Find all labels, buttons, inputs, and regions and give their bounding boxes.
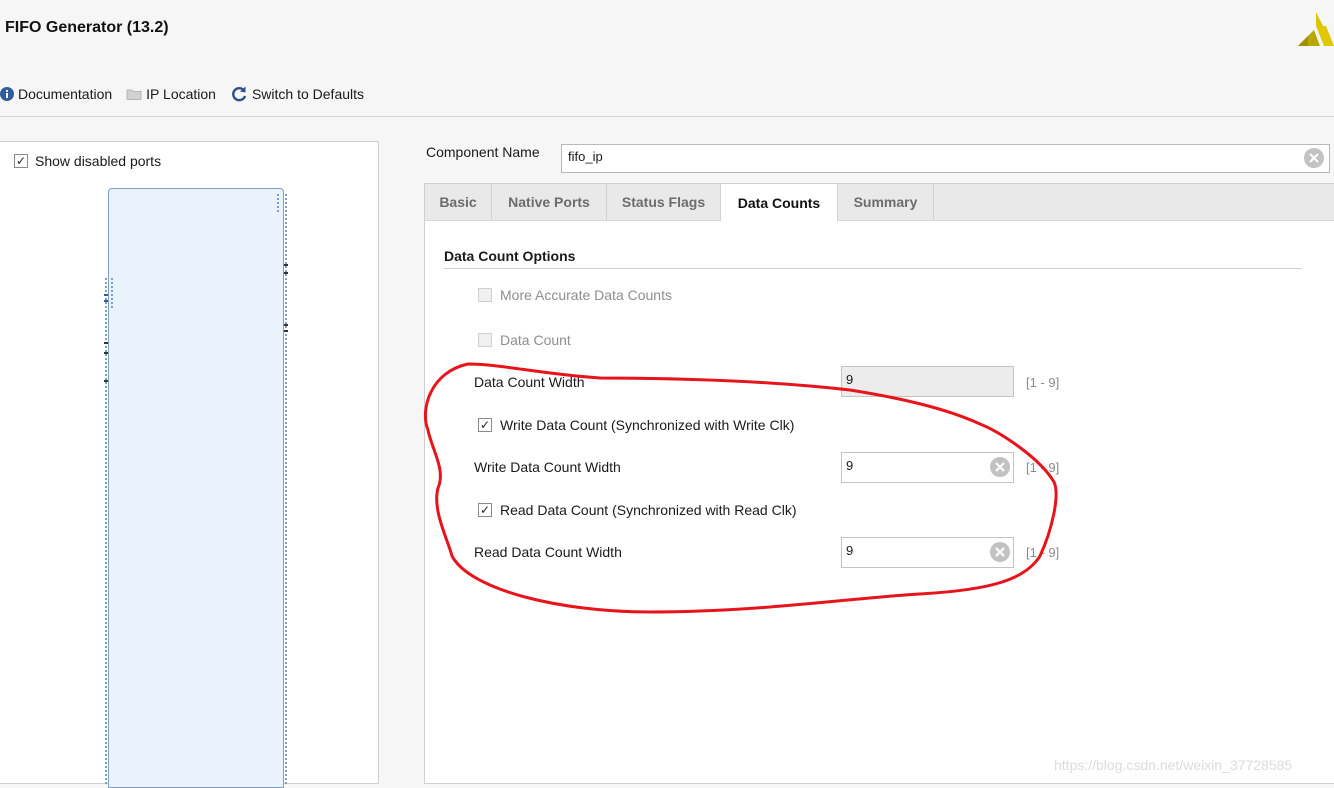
more-accurate-data-counts-option: More Accurate Data Counts [478,287,672,303]
tab-basic[interactable]: Basic [425,184,492,220]
ip-port-dots [111,278,113,310]
window-title: FIFO Generator (13.2) [5,19,169,36]
ip-pin [284,272,288,274]
tab-native-ports[interactable]: Native Ports [492,184,607,220]
component-name-row: Component Name [426,144,540,160]
ip-pin [104,300,108,302]
more-accurate-data-counts-label: More Accurate Data Counts [500,287,672,303]
ip-symbol-left-edge [105,278,107,785]
folder-icon [126,89,142,100]
ip-pin [284,264,288,266]
tab-data-counts[interactable]: Data Counts [721,184,838,221]
ip-pin [104,380,108,382]
ip-pin [104,352,108,354]
read-data-count-checkbox[interactable]: ✓ [478,503,492,517]
data-count-width-field: 9 [841,366,1014,397]
clear-read-data-count-width-icon[interactable] [990,542,1010,562]
ip-pin [284,324,288,326]
clear-component-name-icon[interactable] [1304,148,1324,168]
switch-to-defaults-button[interactable]: Switch to Defaults [230,85,364,103]
ip-pin [104,294,108,296]
ip-symbol-block [108,188,284,788]
tab-bar: Basic Native Ports Status Flags Data Cou… [425,184,1334,221]
tab-summary[interactable]: Summary [838,184,934,220]
toolbar-divider [0,116,1334,117]
symbol-panel: ✓ Show disabled ports [0,141,379,788]
data-count-checkbox [478,333,492,347]
data-count-label: Data Count [500,332,571,348]
clear-write-data-count-width-icon[interactable] [990,457,1010,477]
write-data-count-width-label: Write Data Count Width [474,459,621,475]
write-data-count-width-range: [1 - 9] [1026,460,1060,475]
show-disabled-ports-checkbox[interactable]: ✓ [14,154,28,168]
ip-symbol-right-edge [285,194,287,785]
documentation-button[interactable]: Documentation [0,86,112,102]
write-data-count-label: Write Data Count (Synchronized with Writ… [500,417,795,433]
more-accurate-data-counts-checkbox [478,288,492,302]
read-data-count-label: Read Data Count (Synchronized with Read … [500,502,797,518]
data-count-option: Data Count [478,332,571,348]
configuration-tabs-panel: Basic Native Ports Status Flags Data Cou… [424,183,1334,784]
component-name-label: Component Name [426,144,540,160]
write-data-count-checkbox[interactable]: ✓ [478,418,492,432]
read-data-count-width-range: [1 - 9] [1026,545,1060,560]
ip-pin [284,330,288,332]
info-icon [0,87,14,101]
xilinx-logo [1298,12,1334,46]
show-disabled-ports-label: Show disabled ports [35,153,162,169]
read-data-count-width-label: Read Data Count Width [474,544,622,560]
ip-location-button[interactable]: IP Location [126,86,216,102]
section-divider [444,268,1302,269]
write-data-count-width-field[interactable]: 9 [841,452,1014,483]
read-data-count-option[interactable]: ✓ Read Data Count (Synchronized with Rea… [478,502,796,518]
write-data-count-option[interactable]: ✓ Write Data Count (Synchronized with Wr… [478,417,794,433]
read-data-count-width-field[interactable]: 9 [841,537,1014,568]
switch-to-defaults-label: Switch to Defaults [251,86,365,102]
component-name-input[interactable]: fifo_ip [561,144,1330,173]
data-count-width-label: Data Count Width [474,374,585,390]
documentation-label: Documentation [18,86,113,102]
show-disabled-ports-option[interactable]: ✓ Show disabled ports [14,153,161,169]
refresh-icon [232,86,247,102]
watermark: https://blog.csdn.net/weixin_37728585 [1054,757,1293,773]
data-count-width-range: [1 - 9] [1026,375,1060,390]
ip-port-dots-top [277,194,279,214]
tab-status-flags[interactable]: Status Flags [607,184,721,220]
ip-pin [104,342,108,344]
data-count-options-heading: Data Count Options [444,248,576,264]
toolbar: Documentation IP Location Switch to Defa… [0,83,378,105]
ip-location-label: IP Location [146,86,216,102]
